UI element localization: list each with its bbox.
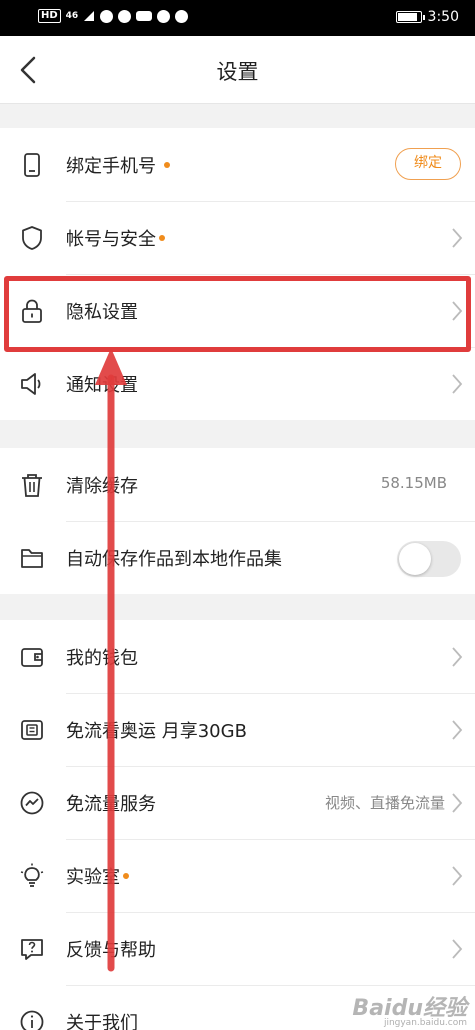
highlight-box bbox=[4, 276, 471, 352]
settings-row-clear-cache[interactable]: 清除缓存 58.15MB bbox=[0, 448, 475, 521]
status-bar: HD 46 3:50 bbox=[0, 0, 475, 36]
speaker-icon bbox=[21, 373, 41, 395]
row-label: 免流看奥运 月享30GB bbox=[66, 721, 247, 742]
app-badge-icon bbox=[136, 11, 153, 21]
trend-icon bbox=[20, 791, 44, 815]
notification-icon bbox=[100, 9, 114, 23]
cache-size-value: 58.15MB bbox=[380, 474, 447, 492]
status-right: 3:50 bbox=[395, 9, 459, 25]
wechat-icon bbox=[157, 9, 171, 23]
row-label: 自动保存作品到本地作品集 bbox=[66, 549, 282, 570]
trash-icon bbox=[22, 474, 42, 497]
new-dot-badge bbox=[123, 873, 129, 879]
bind-phone-button[interactable]: 绑定 bbox=[395, 148, 461, 180]
battery-icon bbox=[395, 11, 425, 23]
chevron-right-icon bbox=[452, 647, 463, 667]
row-label: 关于我们 bbox=[66, 1013, 138, 1030]
hd-indicator: HD bbox=[38, 9, 61, 23]
chevron-right-icon bbox=[452, 866, 463, 886]
folder-icon bbox=[21, 549, 43, 568]
auto-save-toggle[interactable] bbox=[397, 541, 461, 577]
row-label: 清除缓存 bbox=[66, 476, 138, 497]
signal-indicator: 46 bbox=[65, 11, 79, 21]
settings-row-lab[interactable]: 实验室 bbox=[0, 839, 475, 912]
row-label: 通知设置 bbox=[66, 375, 138, 396]
chevron-right-icon bbox=[452, 939, 463, 959]
wallet-icon bbox=[21, 648, 43, 667]
info-icon bbox=[20, 1010, 44, 1030]
settings-section-services: 我的钱包 免流看奥运 月享30GB 免流量服务 视频、直播免流量 实验室 反馈与… bbox=[0, 620, 475, 1030]
chevron-right-icon bbox=[452, 793, 463, 813]
row-label: 帐号与安全 bbox=[66, 229, 156, 250]
chevron-right-icon bbox=[452, 228, 463, 248]
settings-row-bind-phone[interactable]: 绑定手机号 绑定 bbox=[0, 128, 475, 201]
watermark-url: jingyan.baidu.com bbox=[383, 1018, 467, 1028]
settings-row-wallet[interactable]: 我的钱包 bbox=[0, 620, 475, 693]
free-data-value: 视频、直播免流量 bbox=[324, 794, 445, 812]
settings-section-account: 绑定手机号 绑定 帐号与安全 隐私设置 通知设置 bbox=[0, 128, 475, 420]
cloud-icon bbox=[175, 9, 189, 23]
clock: 3:50 bbox=[427, 9, 459, 25]
signal-icon bbox=[84, 11, 95, 21]
settings-row-account-security[interactable]: 帐号与安全 bbox=[0, 201, 475, 274]
card-icon bbox=[21, 720, 43, 740]
page-title: 设置 bbox=[216, 60, 259, 84]
phone-icon bbox=[24, 153, 40, 177]
row-label: 实验室 bbox=[66, 867, 120, 888]
status-indicators: HD 46 bbox=[38, 9, 189, 23]
toggle-knob bbox=[399, 543, 431, 575]
settings-row-olympics[interactable]: 免流看奥运 月享30GB bbox=[0, 693, 475, 766]
settings-section-storage: 清除缓存 58.15MB 自动保存作品到本地作品集 bbox=[0, 448, 475, 594]
new-dot-badge bbox=[164, 162, 170, 168]
settings-row-feedback[interactable]: 反馈与帮助 bbox=[0, 912, 475, 985]
bulb-icon bbox=[20, 863, 44, 887]
settings-row-free-data[interactable]: 免流量服务 视频、直播免流量 bbox=[0, 766, 475, 839]
row-label: 免流量服务 bbox=[66, 794, 156, 815]
new-dot-badge bbox=[159, 235, 165, 241]
shield-icon bbox=[22, 226, 42, 250]
row-label: 我的钱包 bbox=[66, 648, 138, 669]
chevron-right-icon bbox=[452, 374, 463, 394]
app-icon bbox=[118, 9, 132, 23]
row-label: 反馈与帮助 bbox=[66, 940, 156, 961]
help-icon bbox=[21, 939, 43, 960]
settings-row-notifications[interactable]: 通知设置 bbox=[0, 347, 475, 420]
settings-row-auto-save[interactable]: 自动保存作品到本地作品集 bbox=[0, 521, 475, 594]
chevron-right-icon bbox=[452, 720, 463, 740]
nav-bar: 设置 bbox=[0, 36, 475, 104]
row-label: 绑定手机号 bbox=[66, 156, 156, 177]
